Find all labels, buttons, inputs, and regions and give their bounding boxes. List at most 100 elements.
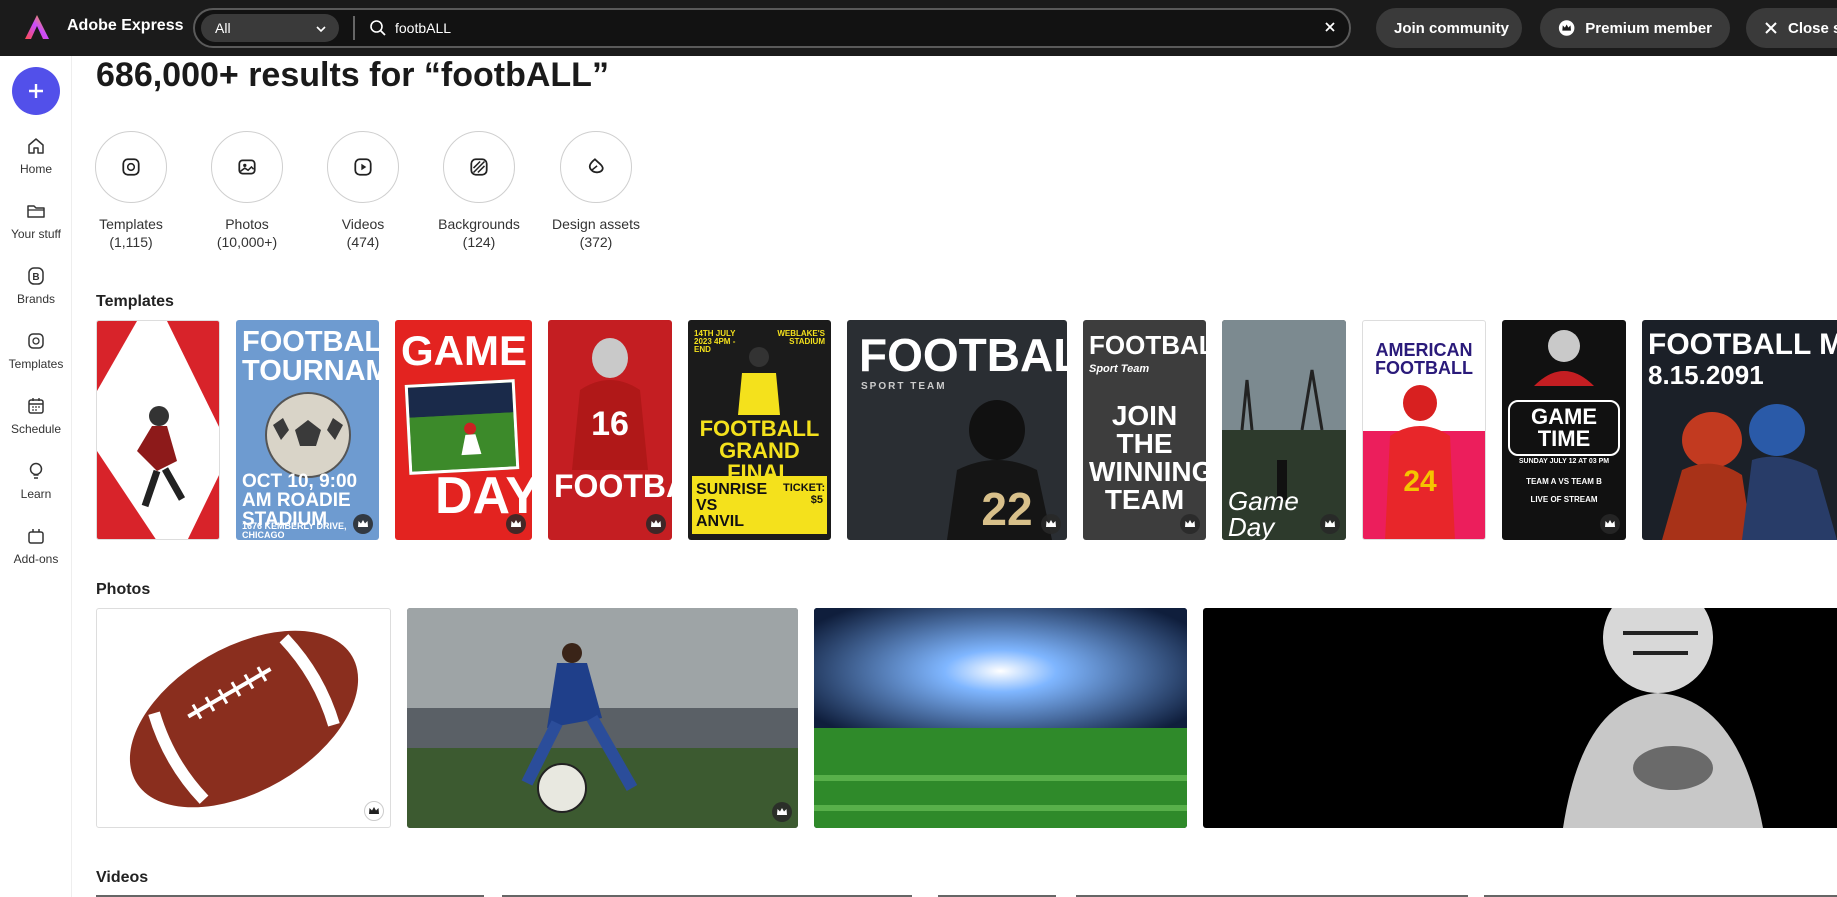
category-label: Design assets xyxy=(552,216,640,232)
photo-card[interactable] xyxy=(1203,608,1837,828)
category-photos[interactable]: Photos (10,000+) xyxy=(192,131,302,251)
photo-card[interactable] xyxy=(96,608,391,828)
template-card[interactable]: GAME TIME SUNDAY JULY 12 AT 03 PM TEAM A… xyxy=(1502,320,1626,540)
category-circle xyxy=(211,131,283,203)
template-ticket: TICKET: $5 xyxy=(783,482,826,507)
section-title-templates: Templates xyxy=(96,293,174,310)
template-artwork xyxy=(97,321,219,539)
rail-item-label: Your stuff xyxy=(10,227,62,241)
template-heading: FOOTBALL GRAND FINAL xyxy=(699,416,820,485)
chevron-down-icon xyxy=(316,26,326,33)
category-label: Videos xyxy=(341,216,385,232)
jersey-number: 22 xyxy=(981,483,1032,535)
template-tagline: JOIN THE WINNING TEAM xyxy=(1089,400,1206,515)
adobe-express-logo[interactable] xyxy=(24,14,50,40)
rail-item-brands[interactable]: B Brands xyxy=(0,266,72,306)
premium-crown-icon xyxy=(364,801,384,821)
search-scope-select[interactable]: All xyxy=(201,14,339,42)
category-videos[interactable]: Videos (474) xyxy=(308,131,418,251)
template-card[interactable]: 16 FOOTBALL xyxy=(548,320,672,540)
template-card[interactable]: FOOTBALL TOURNAMENT OCT 10, 9:00 AM ROAD… xyxy=(236,320,379,540)
search-bar: All xyxy=(193,8,1351,48)
template-heading: GAME xyxy=(401,327,527,374)
category-count: (10,000+) xyxy=(216,234,278,250)
premium-crown-icon xyxy=(353,514,373,534)
section-title-videos: Videos xyxy=(96,869,149,886)
template-heading: GAME TIME xyxy=(1508,400,1620,456)
close-search-button[interactable]: Close s xyxy=(1746,8,1837,48)
template-card[interactable]: 14TH JULY 2023 4PM - END WEBLAKE'S STADI… xyxy=(688,320,831,540)
rail-item-your-stuff[interactable]: Your stuff xyxy=(0,201,72,241)
plus-icon xyxy=(29,84,43,98)
search-scope-value: All xyxy=(215,20,231,36)
clear-search-icon[interactable] xyxy=(1323,20,1337,34)
home-icon xyxy=(28,138,44,154)
template-heading: FOOTBALL TOURNAMENT xyxy=(242,326,379,387)
template-card[interactable] xyxy=(96,320,220,540)
rail-item-label: Learn xyxy=(20,487,52,501)
template-heading: Game Day xyxy=(1228,486,1299,540)
templates-icon xyxy=(122,158,140,176)
calendar-icon xyxy=(28,398,44,414)
rail-item-learn[interactable]: Learn xyxy=(0,461,72,501)
photo-card[interactable] xyxy=(814,608,1187,828)
rail-item-label: Templates xyxy=(8,357,64,371)
svg-text:B: B xyxy=(32,272,39,283)
search-input[interactable] xyxy=(395,16,1295,40)
soccer-ball-image xyxy=(265,392,351,478)
rail-item-schedule[interactable]: Schedule xyxy=(0,396,72,436)
category-label: Photos xyxy=(225,216,269,232)
rail-item-home[interactable]: Home xyxy=(0,136,72,176)
search-icon xyxy=(370,20,386,36)
american-football-image xyxy=(129,630,359,808)
stadium-lights-image xyxy=(814,608,1187,828)
rail-item-label: Brands xyxy=(16,292,56,306)
template-date: 8.15.2091 xyxy=(1648,360,1764,390)
category-count: (1,115) xyxy=(109,234,153,250)
photo-icon xyxy=(238,159,256,175)
rail-item-add-ons[interactable]: Add-ons xyxy=(0,526,72,566)
template-heading: FOOTBALL xyxy=(859,329,1067,381)
join-community-label: Join community xyxy=(1394,19,1510,37)
premium-crown-icon xyxy=(646,514,666,534)
soccer-player-image xyxy=(407,608,798,828)
crown-icon xyxy=(1558,20,1575,36)
football-player-image: 16 xyxy=(572,338,648,470)
premium-crown-icon xyxy=(772,802,792,822)
category-backgrounds[interactable]: Backgrounds (124) xyxy=(424,131,534,251)
left-rail: Home Your stuff B Brands Templates Sched… xyxy=(0,56,72,897)
search-divider xyxy=(353,16,355,40)
template-photo xyxy=(404,379,520,475)
template-heading: FOOTBALL MATCH xyxy=(1648,328,1837,361)
premium-member-button[interactable]: Premium member xyxy=(1540,8,1730,48)
template-card[interactable]: FOOTBALL MATCH 8.15.2091 xyxy=(1642,320,1837,540)
join-community-button[interactable]: Join community xyxy=(1376,8,1522,48)
photo-card[interactable] xyxy=(407,608,798,828)
template-card[interactable]: GAME DAY xyxy=(395,320,532,540)
football-player-dark-image xyxy=(1563,608,1763,828)
category-templates[interactable]: Templates (1,115) xyxy=(76,131,186,251)
category-count: (124) xyxy=(462,234,496,250)
jersey-number: 24 xyxy=(1403,465,1437,498)
shapes-icon xyxy=(588,158,604,174)
premium-crown-icon xyxy=(1041,514,1061,534)
results-title: 686,000+ results for “footbALL” xyxy=(96,56,609,94)
category-design-assets[interactable]: Design assets (372) xyxy=(541,131,651,251)
rail-item-templates[interactable]: Templates xyxy=(0,331,72,371)
template-card[interactable]: FOOTBALL Sport Team JOIN THE WINNING TEA… xyxy=(1083,320,1206,540)
top-bar: Adobe Express All Join community Premium… xyxy=(0,0,1837,56)
category-count: (372) xyxy=(579,234,613,250)
category-circle xyxy=(327,131,399,203)
template-card[interactable]: Game Day xyxy=(1222,320,1346,540)
rail-item-label: Home xyxy=(19,162,52,176)
rail-item-label: Add-ons xyxy=(13,552,59,566)
premium-crown-icon xyxy=(1180,514,1200,534)
template-heading: AMERICAN FOOTBALL xyxy=(1375,340,1473,378)
category-circle xyxy=(443,131,515,203)
create-button[interactable] xyxy=(12,67,60,115)
football-player-image xyxy=(1534,330,1594,386)
template-footer-panel: SUNRISE VS ANVIL TICKET: $5 xyxy=(692,476,827,534)
template-heading: FOOTBALL xyxy=(1089,330,1206,360)
template-card[interactable]: AMERICAN FOOTBALL 24 xyxy=(1362,320,1486,540)
template-card[interactable]: FOOTBALL SPORT TEAM 22 xyxy=(847,320,1067,540)
